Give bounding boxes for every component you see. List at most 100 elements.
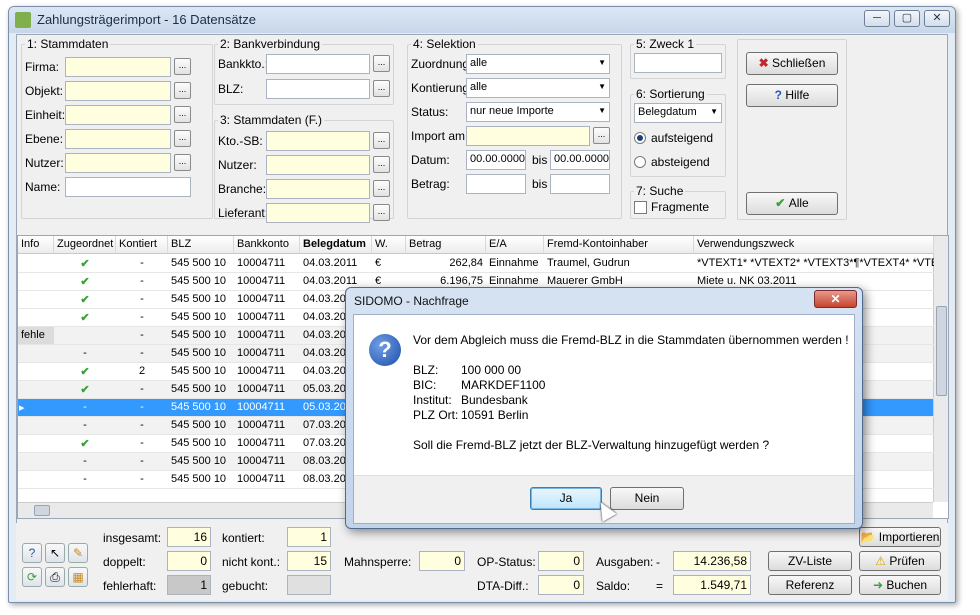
- table-cell-blz: 545 500 10: [168, 291, 234, 309]
- refresh-icon[interactable]: ⟳: [22, 567, 42, 587]
- nichtkont-label: nicht kont.:: [222, 555, 281, 569]
- stammdaten-f-input[interactable]: [266, 203, 370, 223]
- stammdaten-input[interactable]: [65, 129, 171, 149]
- stammdaten-browse-button[interactable]: ...: [174, 130, 191, 147]
- alle-button[interactable]: ✔ Alle: [746, 192, 838, 215]
- betrag-from-input[interactable]: [466, 174, 526, 194]
- table-icon[interactable]: ▦: [68, 567, 88, 587]
- referenz-button[interactable]: Referenz: [768, 575, 852, 595]
- import-date-input[interactable]: [466, 126, 590, 146]
- saldo-value: 1.549,71: [673, 575, 751, 595]
- column-header[interactable]: BLZ: [168, 236, 234, 254]
- go-icon: ➜: [872, 578, 887, 592]
- column-header[interactable]: W.: [372, 236, 406, 254]
- zvliste-button[interactable]: ZV-Liste: [768, 551, 852, 571]
- column-header[interactable]: Zugeordnet: [54, 236, 116, 254]
- asc-label: aufsteigend: [651, 131, 714, 145]
- buchen-button[interactable]: ➜ Buchen: [859, 575, 941, 595]
- table-row[interactable]: ✔ -545 500 10 10004711 04.03.2011 €262,84 Ein…: [18, 255, 934, 273]
- stammdaten-input[interactable]: [65, 177, 191, 197]
- blz-browse-button[interactable]: ...: [373, 80, 390, 97]
- column-header[interactable]: Bankkonto: [234, 236, 300, 254]
- stammdaten-f-input[interactable]: [266, 179, 370, 199]
- table-cell-datum: 04.03.2011: [300, 255, 372, 273]
- table-cell-info: [18, 255, 54, 273]
- stammdaten-f-input[interactable]: [266, 131, 370, 151]
- stammdaten-input[interactable]: [65, 105, 171, 125]
- maximize-button[interactable]: ▢: [894, 10, 920, 27]
- stammdaten-browse-button[interactable]: ...: [174, 82, 191, 99]
- suche-title: 7: Suche: [634, 184, 686, 198]
- blz-input[interactable]: [266, 79, 370, 99]
- importieren-button[interactable]: 📂 Importieren: [859, 527, 941, 547]
- column-header[interactable]: Verwendungszweck: [694, 236, 934, 254]
- bankkto-browse-button[interactable]: ...: [373, 55, 390, 72]
- minimize-button[interactable]: ─: [864, 10, 890, 27]
- stammdaten-f-input[interactable]: [266, 155, 370, 175]
- stammdaten-title: 1: Stammdaten: [25, 37, 111, 51]
- scroll-thumb[interactable]: [936, 306, 947, 396]
- close-button[interactable]: ✕: [924, 10, 950, 27]
- table-cell-konto: 10004711: [234, 345, 300, 363]
- stammdaten-input[interactable]: [65, 81, 171, 101]
- saldo-label: Saldo:: [596, 579, 631, 593]
- datum-from-input[interactable]: 00.00.0000: [466, 150, 526, 170]
- table-cell-konto: 10004711: [234, 255, 300, 273]
- betrag-to-input[interactable]: [550, 174, 610, 194]
- zuordnung-select[interactable]: alle ▼: [466, 54, 610, 74]
- app-icon: [15, 12, 31, 28]
- table-cell-kont: -: [116, 381, 168, 399]
- table-cell-zug: ✔: [54, 363, 116, 381]
- column-header[interactable]: Kontiert: [116, 236, 168, 254]
- stammdaten-browse-button[interactable]: ...: [174, 154, 191, 171]
- fehlerhaft-value: 1: [167, 575, 211, 595]
- table-cell-betrag: 262,84: [406, 255, 486, 273]
- vertical-scrollbar[interactable]: [933, 236, 948, 502]
- column-header[interactable]: Betrag: [406, 236, 486, 254]
- ja-button[interactable]: Ja: [530, 487, 602, 510]
- asc-radio[interactable]: [634, 132, 646, 144]
- pointer-icon[interactable]: ↖: [45, 543, 65, 563]
- fragmente-checkbox[interactable]: [634, 201, 647, 214]
- table-cell-kont: -: [116, 417, 168, 435]
- zweck-input[interactable]: [634, 53, 722, 73]
- table-cell-info: [18, 291, 54, 309]
- stammdaten-f-browse-button[interactable]: ...: [373, 156, 390, 173]
- column-header[interactable]: Info: [18, 236, 54, 254]
- pencil-icon[interactable]: ✎: [68, 543, 88, 563]
- doppelt-value: 0: [167, 551, 211, 571]
- schliessen-button[interactable]: ✖ Schließen: [746, 52, 838, 75]
- table-cell-zug: -: [54, 471, 116, 489]
- print-icon[interactable]: ⎙: [45, 567, 65, 587]
- column-header[interactable]: Belegdatum: [300, 236, 372, 254]
- institut-value: Bundesbank: [461, 393, 528, 407]
- nein-button[interactable]: Nein: [610, 487, 684, 510]
- pruefen-button[interactable]: ⚠ Prüfen: [859, 551, 941, 571]
- column-header[interactable]: Fremd-Kontoinhaber: [544, 236, 694, 254]
- stammdaten-browse-button[interactable]: ...: [174, 106, 191, 123]
- opstatus-value: 0: [538, 551, 584, 571]
- stammdaten-f-browse-button[interactable]: ...: [373, 180, 390, 197]
- kontierung-select[interactable]: alle ▼: [466, 78, 610, 98]
- import-icon: 📂: [860, 530, 879, 544]
- bankkto-input[interactable]: [266, 54, 370, 74]
- stammdaten-input[interactable]: [65, 153, 171, 173]
- help-icon[interactable]: ?: [22, 543, 42, 563]
- stammdaten-f-browse-button[interactable]: ...: [373, 132, 390, 149]
- dialog-close-button[interactable]: ✕: [814, 290, 857, 308]
- stammdaten-input[interactable]: [65, 57, 171, 77]
- hilfe-button[interactable]: ? Hilfe: [746, 84, 838, 107]
- bic-value: MARKDEF1100: [461, 378, 546, 392]
- table-cell-konto: 10004711: [234, 327, 300, 345]
- desc-radio[interactable]: [634, 156, 646, 168]
- stammdaten-browse-button[interactable]: ...: [174, 58, 191, 75]
- stammdaten-f-browse-button[interactable]: ...: [373, 204, 390, 221]
- table-cell-kont: -: [116, 471, 168, 489]
- column-header[interactable]: E/A: [486, 236, 544, 254]
- sort-field-select[interactable]: Belegdatum ▼: [634, 103, 722, 123]
- nichtkont-value: 15: [287, 551, 331, 571]
- status-select[interactable]: nur neue Importe ▼: [466, 102, 610, 122]
- datum-to-input[interactable]: 00.00.0000: [550, 150, 610, 170]
- import-date-button[interactable]: ...: [593, 127, 610, 144]
- hscroll-thumb[interactable]: [34, 505, 50, 516]
